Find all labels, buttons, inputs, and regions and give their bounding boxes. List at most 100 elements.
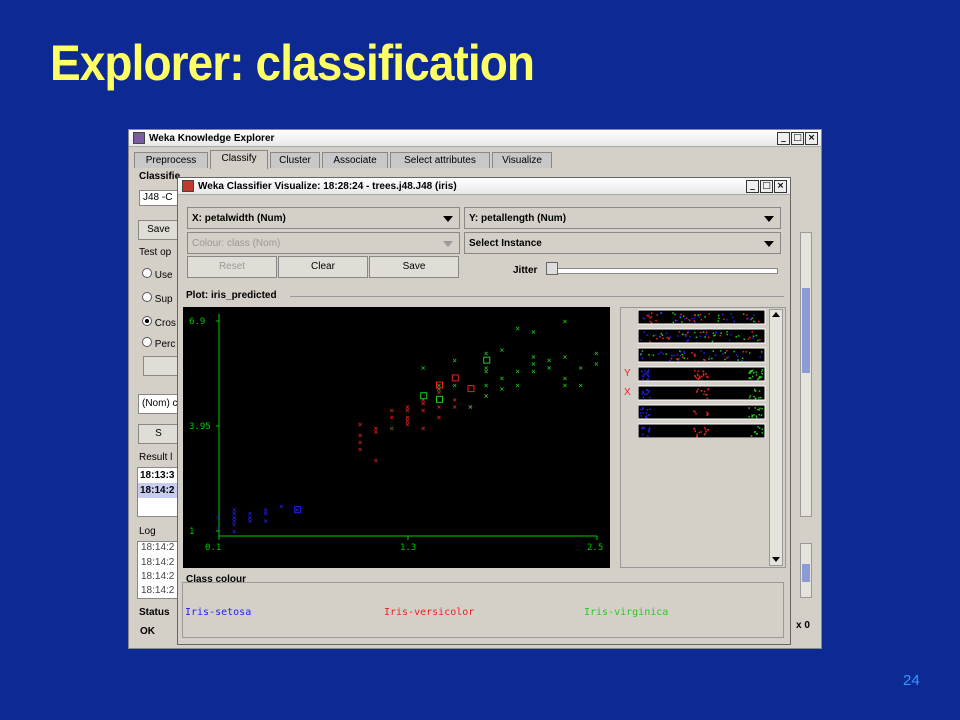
strip-dot — [640, 339, 642, 341]
data-point-iris-virginica[interactable]: × — [515, 367, 520, 376]
data-point-iris-versicolor[interactable]: × — [437, 413, 442, 422]
minimize-icon[interactable]: _ — [777, 132, 790, 145]
data-point-iris-versicolor[interactable]: × — [389, 424, 394, 433]
data-point-iris-virginica[interactable]: × — [515, 381, 520, 390]
minimize-icon[interactable]: _ — [746, 180, 759, 193]
attribute-strip[interactable] — [638, 385, 766, 401]
data-point-iris-setosa[interactable]: × — [232, 506, 237, 515]
data-point-iris-virginica[interactable]: × — [531, 328, 536, 337]
result-item-selected[interactable]: 18:14:2 — [138, 483, 178, 498]
data-point-iris-versicolor[interactable]: × — [421, 395, 426, 404]
close-icon[interactable]: × — [774, 180, 787, 193]
strip-dot — [761, 369, 764, 371]
class-attribute-select[interactable]: (Nom) c — [138, 394, 179, 414]
data-point-iris-virginica[interactable]: × — [421, 363, 426, 372]
attribute-strip[interactable] — [638, 423, 766, 438]
strip-dot — [642, 412, 644, 414]
legend-iris-versicolor[interactable]: Iris-versicolor — [384, 607, 474, 618]
classifier-field[interactable]: J48 -C — [139, 190, 179, 206]
scatter-plot[interactable]: 6.9 3.95 1 0.1 1.3 2.5 × × × × × × × × × × × × × × × × × × × × × ×… — [183, 307, 610, 568]
scroll-down-icon[interactable] — [772, 557, 780, 562]
data-point-iris-virginica[interactable]: × — [515, 324, 520, 333]
jitter-slider-track[interactable] — [548, 268, 778, 274]
output-panel-scrollbar[interactable] — [800, 232, 812, 517]
tab-classify[interactable]: Classify — [210, 150, 268, 169]
explorer-title: Weka Knowledge Explorer — [149, 132, 275, 144]
data-point-iris-versicolor[interactable]: × — [358, 420, 363, 429]
strip-dot — [743, 338, 745, 341]
select-instance[interactable]: Select Instance — [464, 232, 781, 254]
strip-dot — [672, 321, 675, 324]
tab-associate[interactable]: Associate — [322, 152, 388, 168]
strip-dot — [662, 352, 664, 355]
result-item[interactable]: 18:13:3 — [138, 468, 178, 483]
option-supplied-test[interactable]: Sup — [142, 292, 173, 305]
data-point-iris-virginica[interactable]: × — [563, 353, 568, 362]
strip-dot — [703, 358, 705, 361]
data-point-iris-versicolor[interactable]: × — [374, 424, 379, 433]
option-use-training[interactable]: Use — [142, 268, 173, 281]
tab-preprocess[interactable]: Preprocess — [134, 152, 208, 168]
data-point-iris-virginica[interactable]: × — [500, 374, 505, 383]
legend-iris-virginica[interactable]: Iris-virginica — [584, 607, 668, 618]
maximize-icon[interactable]: □ — [760, 180, 773, 193]
tab-select-attributes[interactable]: Select attributes — [390, 152, 490, 168]
strip-dot — [672, 312, 674, 314]
data-point-iris-versicolor[interactable]: × — [437, 402, 442, 411]
data-point-iris-setosa[interactable]: × — [216, 513, 221, 522]
data-point-iris-virginica[interactable]: × — [563, 317, 568, 326]
data-point-iris-virginica[interactable]: × — [578, 381, 583, 390]
clear-button[interactable]: Clear — [278, 256, 368, 278]
data-point-iris-setosa[interactable]: × — [263, 506, 268, 515]
data-point-iris-virginica[interactable]: × — [547, 356, 552, 365]
start-button[interactable]: S — [138, 424, 179, 444]
strip-dot — [702, 331, 705, 333]
data-point-iris-versicolor[interactable]: × — [421, 424, 426, 433]
option-cross-validation[interactable]: Cros — [142, 316, 176, 329]
x-axis-select[interactable]: X: petalwidth (Num) — [187, 207, 460, 229]
data-point-iris-virginica[interactable]: × — [468, 402, 473, 411]
tab-cluster[interactable]: Cluster — [270, 152, 320, 168]
close-icon[interactable]: × — [805, 132, 818, 145]
data-point-iris-virginica[interactable]: × — [500, 345, 505, 354]
data-point-iris-setosa[interactable]: × — [248, 509, 253, 518]
strips-scrollbar[interactable] — [769, 309, 783, 566]
option-percentage-split[interactable]: Perc — [142, 337, 175, 350]
strip-dot — [647, 378, 650, 380]
attribute-strip[interactable] — [638, 366, 766, 382]
status-label: Status — [139, 607, 170, 618]
data-point-iris-versicolor[interactable]: × — [358, 431, 363, 440]
attribute-strip[interactable] — [638, 347, 766, 363]
data-point-iris-virginica[interactable]: × — [452, 381, 457, 390]
data-point-iris-virginica[interactable]: × — [484, 381, 489, 390]
maximize-icon[interactable]: □ — [791, 132, 804, 145]
y-axis-select[interactable]: Y: petallength (Num) — [464, 207, 781, 229]
data-point-iris-versicolor[interactable]: × — [405, 402, 410, 411]
tab-visualize[interactable]: Visualize — [492, 152, 552, 168]
log-panel-scrollbar[interactable] — [800, 543, 812, 598]
data-point-iris-virginica[interactable]: × — [484, 363, 489, 372]
data-point-iris-virginica[interactable]: × — [531, 353, 536, 362]
data-point-iris-versicolor[interactable]: × — [452, 395, 457, 404]
data-point-iris-versicolor[interactable]: × — [374, 456, 379, 465]
more-options-button[interactable] — [143, 356, 179, 376]
data-point-iris-virginica[interactable]: × — [484, 392, 489, 401]
data-point-iris-virginica[interactable]: × — [594, 349, 599, 358]
scroll-up-icon[interactable] — [772, 312, 780, 317]
save-button[interactable]: Save — [369, 256, 459, 278]
data-point-iris-setosa[interactable]: × — [216, 523, 221, 532]
data-point-iris-setosa[interactable]: × — [279, 502, 284, 511]
data-point-iris-virginica[interactable]: × — [594, 360, 599, 369]
attribute-strips[interactable] — [638, 308, 766, 438]
attribute-strip[interactable] — [638, 404, 766, 420]
data-point-iris-virginica[interactable]: × — [578, 363, 583, 372]
classifier-save-button[interactable]: Save — [138, 220, 179, 240]
attribute-strip[interactable] — [638, 309, 766, 325]
jitter-slider-handle[interactable] — [546, 262, 558, 275]
data-point-iris-virginica[interactable]: × — [563, 374, 568, 383]
attribute-strip[interactable] — [638, 328, 766, 344]
legend-iris-setosa[interactable]: Iris-setosa — [185, 607, 251, 618]
data-point-iris-versicolor[interactable]: × — [389, 406, 394, 415]
data-point-iris-virginica[interactable]: × — [452, 356, 457, 365]
data-point-iris-virginica[interactable]: × — [500, 385, 505, 394]
